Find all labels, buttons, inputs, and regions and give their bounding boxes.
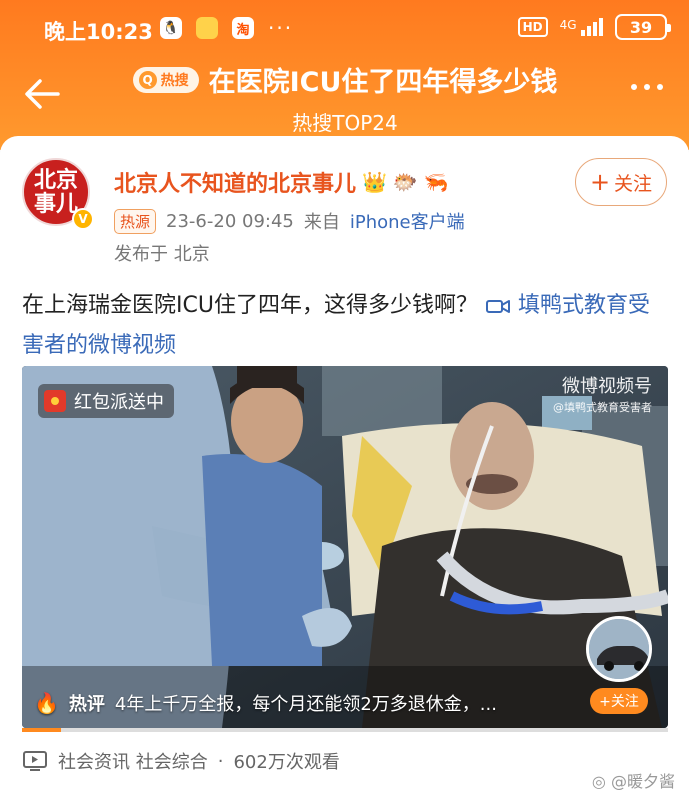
video-footer: 社会资讯 社会综合 · 602万次观看: [22, 748, 340, 774]
username-text: 北京人不知道的北京事儿: [114, 172, 357, 197]
status-right: HD 4G 39: [517, 14, 671, 40]
status-time: 晚上10:23: [44, 20, 153, 44]
hot-pill-label: 热搜: [160, 72, 189, 89]
at-sign: @: [610, 772, 627, 791]
uploader-thumbnail[interactable]: [586, 616, 652, 682]
fire-icon: 🔥: [34, 691, 59, 715]
separator-dot: ·: [217, 750, 224, 772]
signal-icon: 4G: [560, 18, 603, 36]
username[interactable]: 北京人不知道的北京事儿 👑 🐡 🦐: [114, 166, 449, 198]
source-tag: 热源: [114, 208, 157, 234]
page-title: 在医院ICU住了四年得多少钱: [208, 67, 558, 98]
device-link[interactable]: iPhone客户端: [350, 208, 465, 234]
post-time: 23-6-20 09:45: [166, 210, 294, 232]
red-packet-label: 红包派送中: [74, 392, 164, 413]
network-label: 4G: [559, 18, 577, 32]
hot-search-pill: Q 热搜: [132, 66, 199, 93]
video-camera-icon: [485, 300, 510, 313]
post-body: 在上海瑞金医院ICU住了四年，这得多少钱啊？: [22, 293, 478, 318]
crown-icon: 👑: [362, 170, 387, 194]
hot-comment-label: 热评: [68, 694, 105, 715]
fish-icon: 🐡: [392, 170, 418, 194]
app-icon: [196, 17, 218, 39]
search-icon: Q: [138, 70, 157, 89]
video-category[interactable]: 社会资讯 社会综合: [58, 748, 208, 774]
taobao-icon: 淘: [232, 17, 254, 39]
avatar-text-top: 北京: [33, 167, 78, 193]
watermark-author: 暖夕酱: [626, 772, 675, 791]
status-bar: 晚上10:23 🐧 淘 ··· HD 4G 39: [0, 0, 689, 56]
tv-icon: [23, 751, 47, 771]
hot-rank: 热搜TOP24: [292, 111, 398, 135]
view-count: 602万次观看: [233, 752, 340, 773]
follow-button[interactable]: + 关注: [575, 158, 667, 206]
video-progress-bar[interactable]: [22, 728, 668, 732]
video-watermark: 微博视频号 @填鸭式教育受害者: [553, 372, 652, 415]
hot-comment-text: 4年上千万全报，每个月还能领2万多退休金，...: [114, 694, 497, 715]
hot-search-header: 晚上10:23 🐧 淘 ··· HD 4G 39 Q 热搜 在医院ICU住了四年…: [0, 0, 689, 150]
from-label: 来自: [303, 212, 340, 233]
plus-icon: +: [589, 168, 611, 196]
video-player[interactable]: 红包派送中 微博视频号 @填鸭式教育受害者 +关注 🔥 热评 4年上千万全报，每…: [22, 366, 668, 728]
video-frame: [22, 366, 668, 728]
post-location: 发布于 北京: [114, 244, 210, 265]
shrimp-icon: 🦐: [423, 170, 449, 194]
image-watermark: ◎ @暖夕酱: [592, 768, 675, 792]
follow-label: 关注: [614, 172, 653, 195]
red-packet-badge[interactable]: 红包派送中: [38, 384, 174, 418]
post-text: 在上海瑞金医院ICU住了四年，这得多少钱啊？ 填鸭式教育受害者的微博视频: [22, 286, 662, 366]
penguin-icon: 🐧: [160, 17, 182, 39]
back-arrow-icon[interactable]: [22, 74, 62, 114]
battery-level: 39: [629, 17, 653, 37]
weibo-icon: ◎: [591, 772, 606, 791]
avatar-text-bottom: 事儿: [33, 191, 78, 217]
post-meta: 热源 23-6-20 09:45 来自 iPhone客户端: [114, 208, 465, 234]
battery-icon: 39: [615, 14, 671, 40]
more-options-icon[interactable]: [631, 84, 663, 90]
page-title-block: Q 热搜 在医院ICU住了四年得多少钱 热搜TOP24: [120, 60, 570, 136]
hd-icon: HD: [517, 17, 548, 37]
more-notifications-icon: ···: [268, 16, 294, 40]
progress-fill: [22, 728, 61, 732]
watermark-main: 微博视频号: [562, 376, 652, 397]
red-envelope-icon: [44, 390, 66, 412]
notification-icons: 🐧 淘 ···: [160, 16, 293, 40]
post-card: 北京 事儿 V 北京人不知道的北京事儿 👑 🐡 🦐 热源 23-6-20 09:…: [0, 136, 689, 800]
uploader-follow-button[interactable]: +关注: [590, 688, 648, 714]
hot-comment-overlay: 🔥 热评 4年上千万全报，每个月还能领2万多退休金，...: [34, 690, 594, 716]
watermark-sub: @填鸭式教育受害者: [553, 401, 652, 414]
verified-badge-icon: V: [72, 208, 94, 230]
